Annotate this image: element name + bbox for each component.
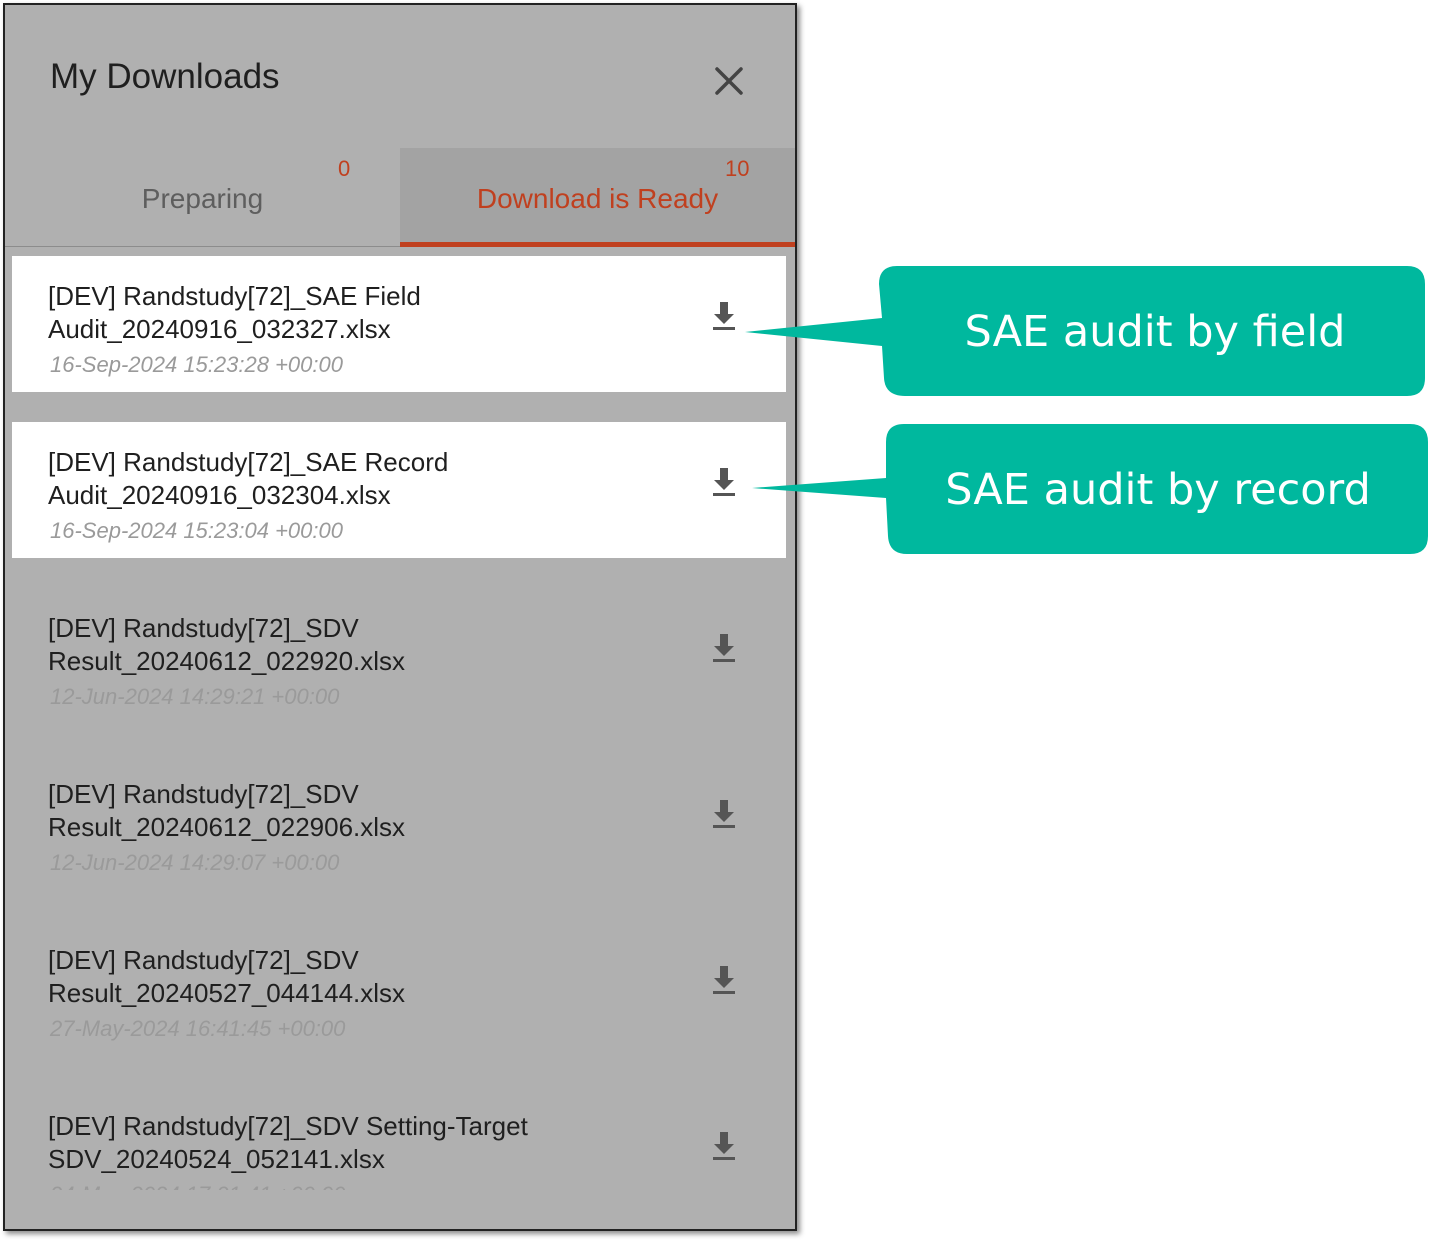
file-date: 27-May-2024 16:41:45 +00:00 (50, 1016, 346, 1041)
panel-title: My Downloads (50, 57, 280, 96)
download-item: [DEV] Randstudy[72]_SDV Setting-Target S… (12, 1086, 786, 1190)
download-icon[interactable] (709, 630, 739, 666)
download-item: [DEV] Randstudy[72]_SDV Result_20240612_… (12, 754, 786, 890)
active-tab-indicator (400, 242, 795, 247)
download-item: [DEV] Randstudy[72]_SDV Result_20240612_… (12, 588, 786, 724)
file-name: [DEV] Randstudy[72]_SDV Setting-Target S… (48, 1111, 528, 1174)
tab-bar: 0 Preparing 10 Download is Ready (5, 148, 795, 247)
callout-text: SAE audit by field (964, 307, 1346, 357)
download-icon[interactable] (709, 298, 739, 334)
download-item: [DEV] Randstudy[72]_SDV Result_20240527_… (12, 920, 786, 1056)
download-icon[interactable] (709, 1128, 739, 1164)
tab-preparing[interactable]: 0 Preparing (5, 148, 400, 246)
download-item: [DEV] Randstudy[72]_SAE Field Audit_2024… (12, 256, 786, 392)
callout-sae-field: SAE audit by field (745, 266, 1427, 398)
download-item: [DEV] Randstudy[72]_SAE Record Audit_202… (12, 422, 786, 558)
file-date: 16-Sep-2024 15:23:04 +00:00 (50, 518, 343, 543)
download-icon[interactable] (709, 464, 739, 500)
tab-preparing-count: 0 (338, 156, 351, 181)
file-name: [DEV] Randstudy[72]_SAE Record Audit_202… (48, 447, 449, 510)
download-list: [DEV] Randstudy[72]_SAE Field Audit_2024… (5, 250, 795, 1190)
file-name: [DEV] Randstudy[72]_SDV Result_20240612_… (48, 779, 406, 842)
file-date: 12-Jun-2024 14:29:21 +00:00 (50, 684, 340, 709)
tab-preparing-label: Preparing (141, 183, 264, 214)
file-date: 16-Sep-2024 15:23:28 +00:00 (50, 352, 343, 377)
downloads-panel: My Downloads 0 Preparing 10 Download is … (3, 3, 797, 1231)
callout-text: SAE audit by record (945, 465, 1371, 515)
file-date: 24-May-2024 17:21:41 +00:00 (50, 1182, 345, 1190)
file-name: [DEV] Randstudy[72]_SDV Result_20240527_… (48, 945, 406, 1008)
download-icon[interactable] (709, 962, 739, 998)
file-name: [DEV] Randstudy[72]_SAE Field Audit_2024… (48, 281, 421, 344)
callout-sae-record: SAE audit by record (752, 424, 1430, 556)
file-date: 12-Jun-2024 14:29:07 +00:00 (50, 850, 340, 875)
tab-ready-count: 10 (725, 156, 750, 181)
close-icon[interactable] (705, 57, 753, 105)
download-icon[interactable] (709, 796, 739, 832)
file-name: [DEV] Randstudy[72]_SDV Result_20240612_… (48, 613, 406, 676)
tab-download-ready[interactable]: 10 Download is Ready (400, 148, 795, 247)
tab-ready-label: Download is Ready (476, 183, 719, 214)
